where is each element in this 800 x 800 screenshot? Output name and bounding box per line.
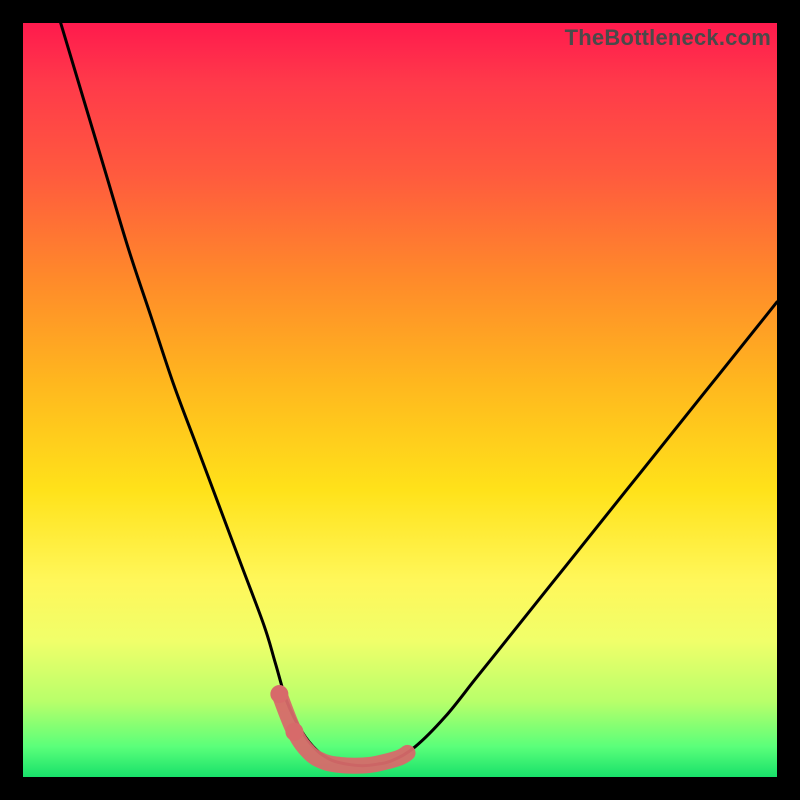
valley-marker-dot bbox=[285, 723, 303, 741]
bottleneck-curve bbox=[23, 23, 777, 777]
plot-area: TheBottleneck.com bbox=[23, 23, 777, 777]
chart-frame: TheBottleneck.com bbox=[0, 0, 800, 800]
valley-marker-dot bbox=[270, 685, 288, 703]
valley-markers bbox=[270, 685, 407, 766]
curve-path bbox=[61, 23, 777, 766]
